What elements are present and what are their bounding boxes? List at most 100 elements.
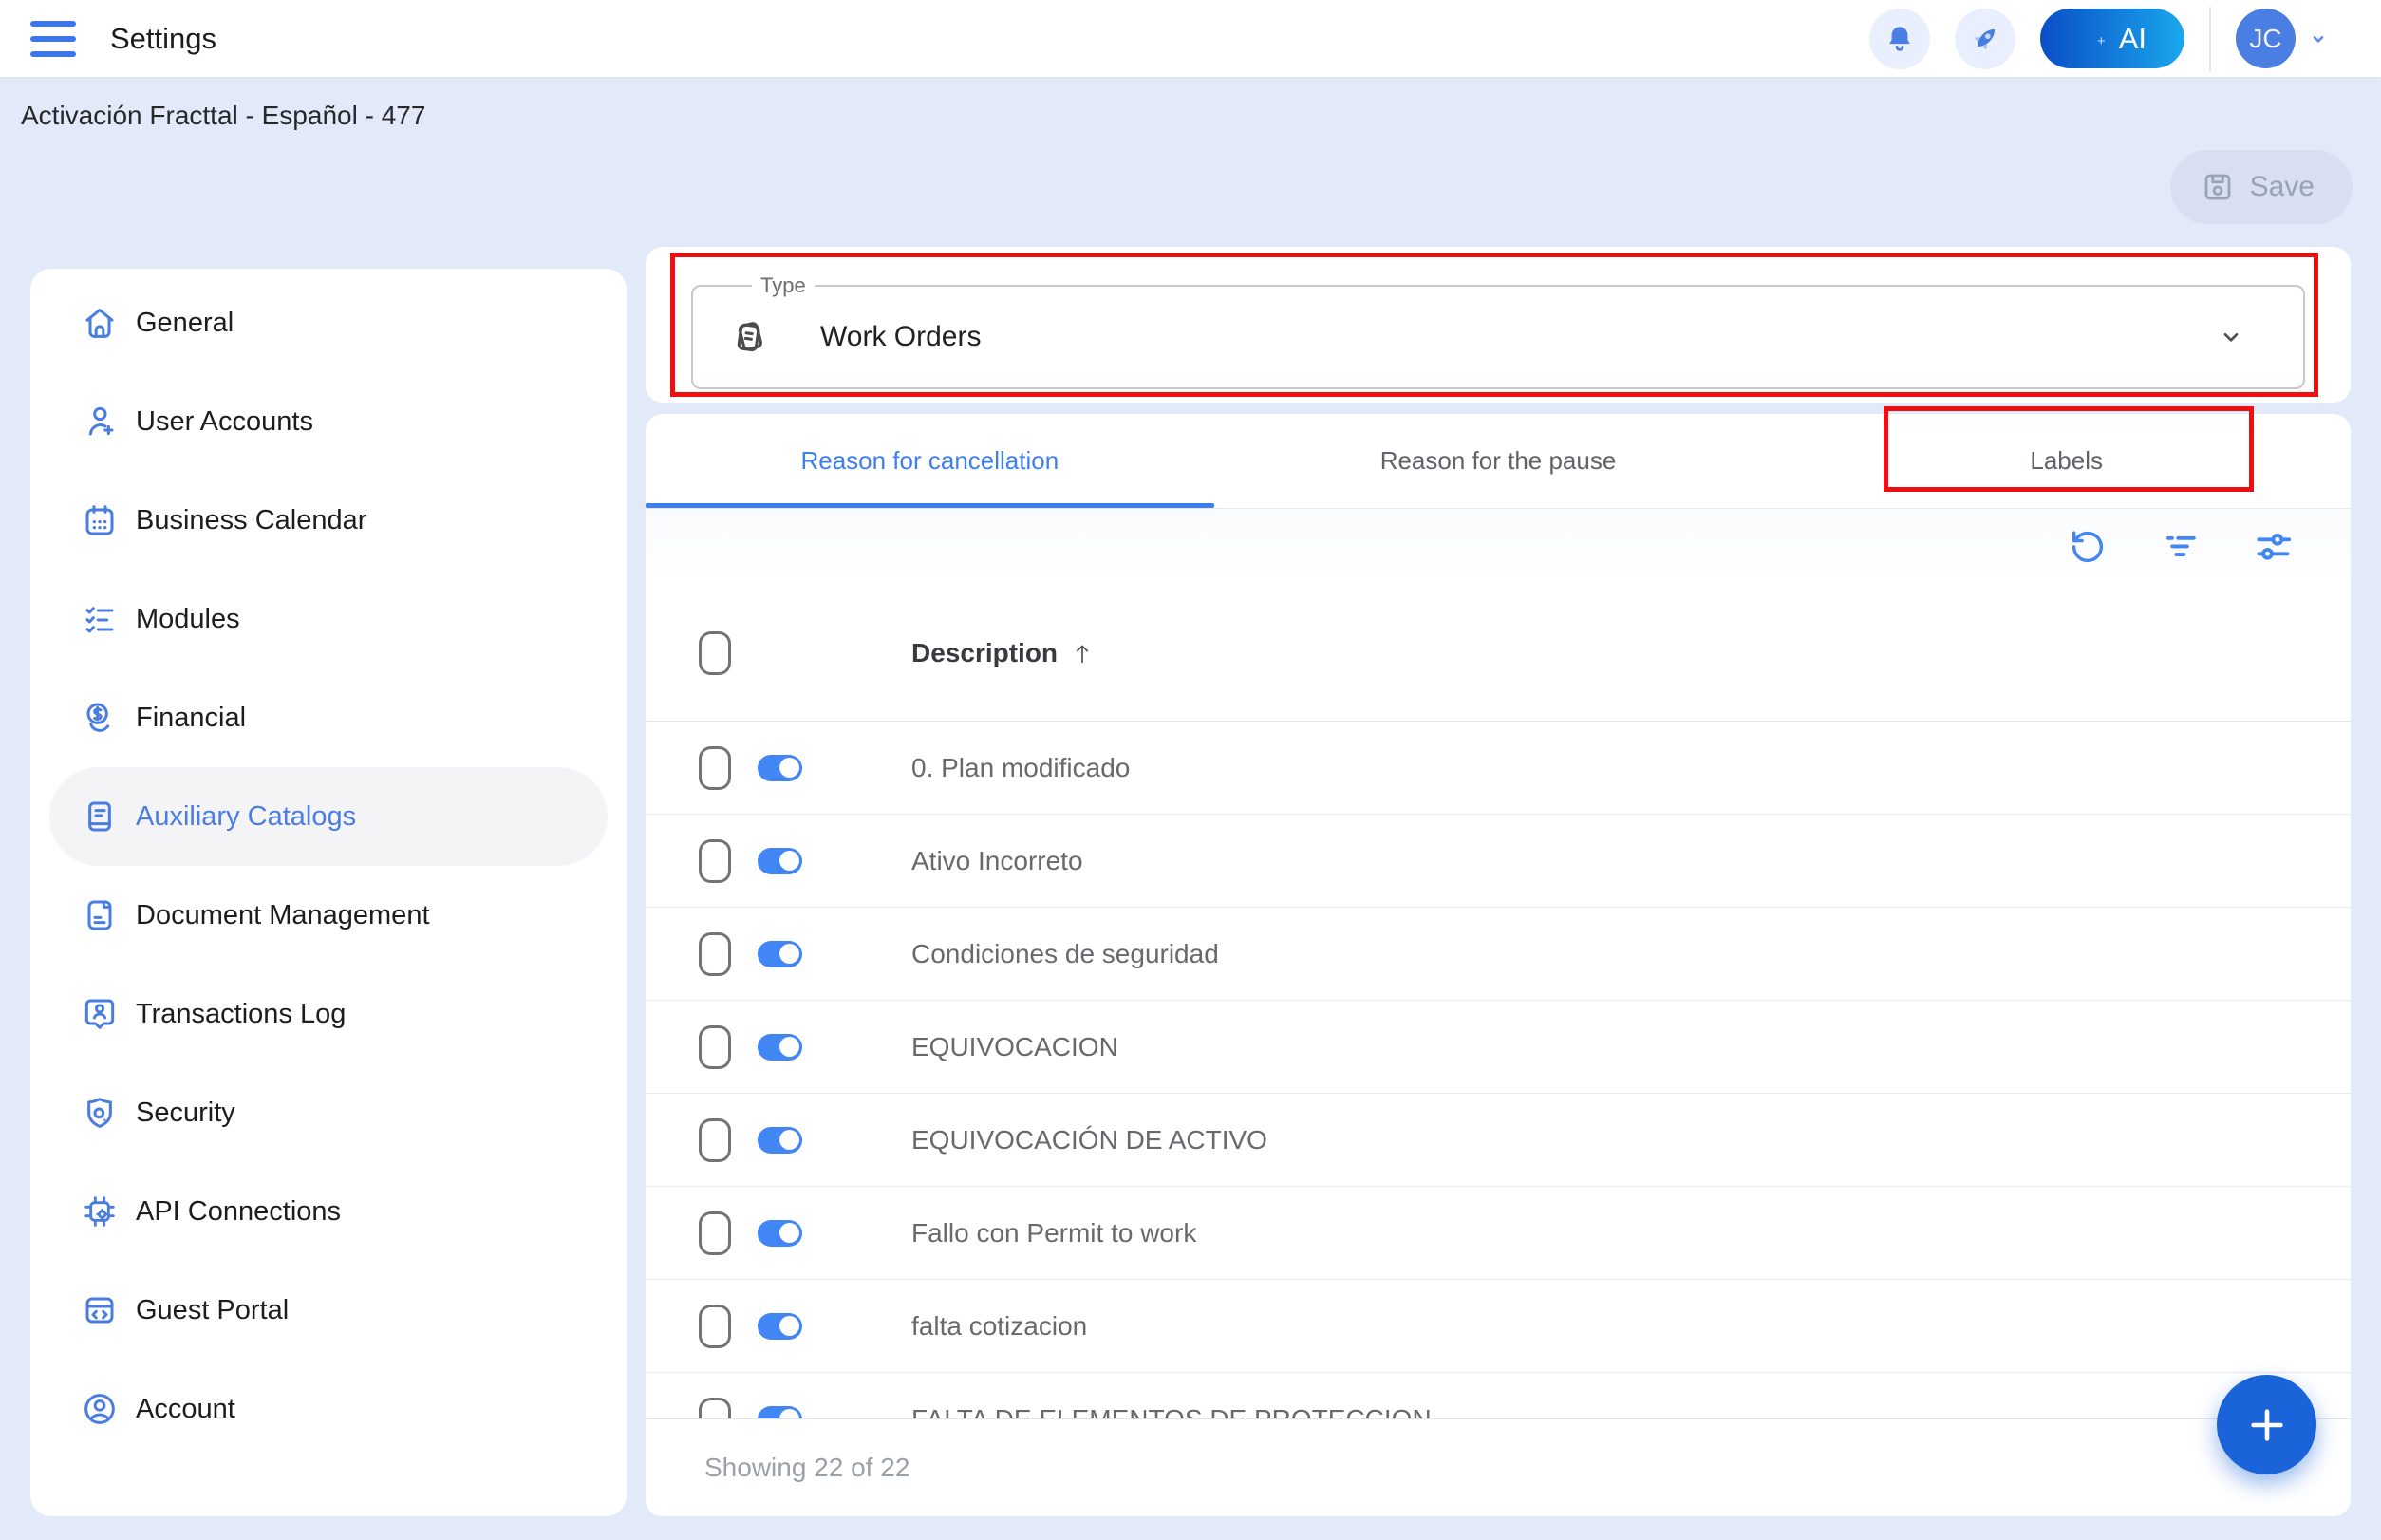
save-icon <box>2201 170 2235 204</box>
select-all-checkbox[interactable] <box>699 631 731 675</box>
toggle-knob <box>779 1223 799 1243</box>
table-row[interactable]: Ativo Incorreto <box>646 815 2351 908</box>
add-button[interactable] <box>2217 1375 2316 1474</box>
sidebar-item-auxiliary-catalogs[interactable]: Auxiliary Catalogs <box>49 767 608 866</box>
work-order-icon <box>727 315 771 359</box>
tab-labels[interactable]: Labels <box>1782 414 2351 508</box>
avatar[interactable]: JC <box>2236 9 2296 68</box>
row-enabled-toggle[interactable] <box>758 1034 802 1061</box>
row-checkbox[interactable] <box>699 1118 731 1162</box>
sidebar-item-label: Account <box>136 1394 235 1425</box>
whats-new-button[interactable] <box>1955 9 2015 69</box>
user-plus-icon <box>81 403 119 441</box>
sidebar-item-account[interactable]: Account <box>49 1360 608 1458</box>
row-description: 0. Plan modificado <box>911 753 1130 783</box>
sidebar-item-user-accounts[interactable]: User Accounts <box>49 372 608 471</box>
row-enabled-toggle[interactable] <box>758 1406 802 1419</box>
save-button[interactable]: Save <box>2170 150 2353 224</box>
browser-code-icon <box>81 1291 119 1329</box>
sidebar-item-financial[interactable]: Financial <box>49 668 608 767</box>
row-checkbox[interactable] <box>699 1211 731 1255</box>
sidebar-item-label: Security <box>136 1098 235 1129</box>
sidebar-item-label: API Connections <box>136 1196 341 1228</box>
table-row[interactable]: falta cotizacion <box>646 1280 2351 1373</box>
row-checkbox[interactable] <box>699 1305 731 1348</box>
table-row[interactable]: EQUIVOCACIÓN DE ACTIVO <box>646 1094 2351 1187</box>
page-title: Settings <box>110 22 216 56</box>
sidebar-item-label: Transactions Log <box>136 999 346 1030</box>
row-description: Fallo con Permit to work <box>911 1218 1196 1249</box>
refresh-icon[interactable] <box>2066 525 2109 569</box>
chevron-down-icon[interactable] <box>2216 322 2246 352</box>
table-row[interactable]: Condiciones de seguridad <box>646 908 2351 1001</box>
type-select[interactable]: Type Work Orders <box>691 285 2305 389</box>
table-row[interactable]: EQUIVOCACION <box>646 1001 2351 1094</box>
chevron-down-icon <box>2305 26 2332 52</box>
plus-icon <box>2245 1403 2289 1447</box>
table-body: 0. Plan modificado Ativo IncorretoCondici… <box>646 722 2351 1418</box>
table-row[interactable]: Fallo con Permit to work <box>646 1187 2351 1280</box>
top-bar: Settings <box>0 0 2381 77</box>
row-enabled-toggle[interactable] <box>758 848 802 874</box>
home-icon <box>81 304 119 342</box>
sort-ascending-icon <box>1069 640 1096 667</box>
showing-count: Showing 22 of 22 <box>704 1453 909 1483</box>
tab-bar: Reason for cancellationReason for the pa… <box>646 414 2351 509</box>
row-enabled-toggle[interactable] <box>758 941 802 967</box>
sidebar-item-label: Auxiliary Catalogs <box>136 801 356 833</box>
badge-user-icon <box>81 995 119 1033</box>
row-description: falta cotizacion <box>911 1311 1087 1342</box>
notifications-button[interactable] <box>1869 9 1930 69</box>
row-checkbox[interactable] <box>699 932 731 976</box>
sliders-icon[interactable] <box>2252 525 2296 569</box>
sidebar-item-security[interactable]: Security <box>49 1063 608 1162</box>
settings-page: Settings <box>0 0 2381 1540</box>
user-menu[interactable]: JC <box>2236 9 2332 68</box>
dollar-coin-icon <box>81 699 119 737</box>
sidebar-item-business-calendar[interactable]: Business Calendar <box>49 471 608 570</box>
sidebar-item-transactions-log[interactable]: Transactions Log <box>49 965 608 1063</box>
topbar-divider <box>2209 7 2211 71</box>
tab-reason-for-the-pause[interactable]: Reason for the pause <box>1214 414 1783 508</box>
sidebar-item-general[interactable]: General <box>49 273 608 372</box>
row-enabled-toggle[interactable] <box>758 755 802 781</box>
row-enabled-toggle[interactable] <box>758 1313 802 1340</box>
topbar-actions: + AI JC <box>1869 0 2332 77</box>
toggle-knob <box>779 1130 799 1150</box>
table-footer: Showing 22 of 22 <box>646 1418 2351 1516</box>
filter-icon[interactable] <box>2159 525 2203 569</box>
settings-sidebar: General User Accounts Business Calendar Mod… <box>30 269 627 1516</box>
tab-reason-for-cancellation[interactable]: Reason for cancellation <box>646 414 1214 508</box>
sidebar-item-label: Modules <box>136 604 240 635</box>
sidebar-item-api-connections[interactable]: API Connections <box>49 1162 608 1261</box>
save-label: Save <box>2250 171 2315 203</box>
document-icon <box>81 896 119 934</box>
sparkle-icon: + <box>2097 33 2106 49</box>
menu-icon[interactable] <box>30 21 76 57</box>
bell-icon <box>1883 22 1917 56</box>
toggle-knob <box>779 758 799 778</box>
sidebar-item-guest-portal[interactable]: Guest Portal <box>49 1261 608 1360</box>
checklist-icon <box>81 600 119 638</box>
row-checkbox[interactable] <box>699 839 731 883</box>
sidebar-item-document-management[interactable]: Document Management <box>49 866 608 965</box>
table-row[interactable]: FALTA DE ELEMENTOS DE PROTECCION <box>646 1373 2351 1418</box>
row-checkbox[interactable] <box>699 1025 731 1069</box>
row-enabled-toggle[interactable] <box>758 1127 802 1154</box>
sidebar-item-label: User Accounts <box>136 406 313 438</box>
description-column-header[interactable]: Description <box>911 638 1096 668</box>
rocket-icon <box>1968 22 2002 56</box>
type-value: Work Orders <box>820 321 981 353</box>
table-row[interactable]: 0. Plan modificado <box>646 722 2351 815</box>
sidebar-item-modules[interactable]: Modules <box>49 570 608 668</box>
row-enabled-toggle[interactable] <box>758 1220 802 1247</box>
ai-assistant-button[interactable]: + AI <box>2040 9 2184 68</box>
type-field-label: Type <box>752 273 815 298</box>
sidebar-item-label: Document Management <box>136 900 430 931</box>
toggle-knob <box>779 1316 799 1336</box>
table-header-row: Description <box>646 585 2351 722</box>
sidebar-item-label: Financial <box>136 703 246 734</box>
row-checkbox[interactable] <box>699 746 731 790</box>
chip-gear-icon <box>81 1193 119 1230</box>
row-checkbox[interactable] <box>699 1398 731 1419</box>
